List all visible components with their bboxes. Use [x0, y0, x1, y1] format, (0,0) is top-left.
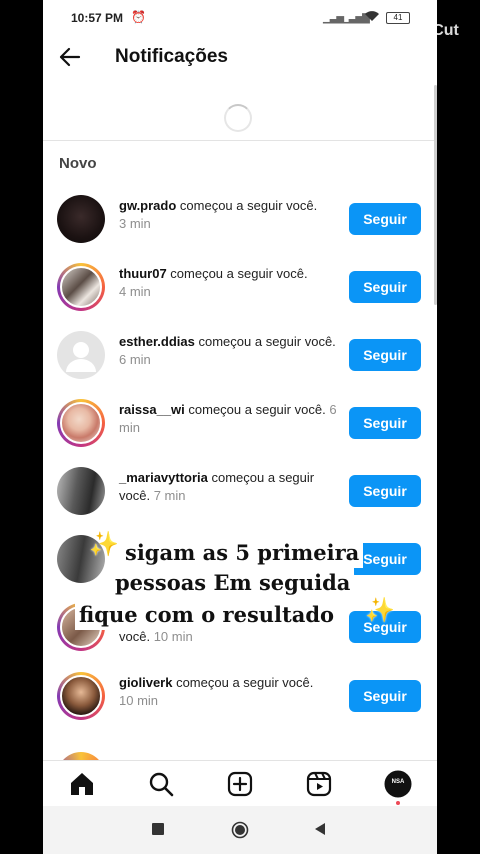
notification-time: 10 min [119, 693, 159, 708]
notification-text: gioliverk começou a seguir você. 10 min [119, 675, 314, 708]
loading-spinner-icon [224, 104, 252, 132]
signal-icon: ▁▃▅ [323, 13, 344, 24]
recent-apps-button[interactable] [152, 822, 164, 840]
notification-row[interactable]: gioliverk começou a seguir você. 10 min … [43, 666, 437, 726]
status-bar: 10:57 PM ⏰ ▁▃▅ ▁▃▅▇ 41 [43, 0, 437, 34]
notification-text: _mariavyttoria começou a seguir você. 7 … [119, 470, 315, 503]
sparkle-icon: ✨ [89, 531, 119, 558]
follow-button[interactable]: Seguir [349, 271, 421, 303]
reels-icon[interactable] [305, 770, 333, 798]
capcut-watermark: CapCut [402, 22, 459, 39]
follow-button[interactable]: Seguir [349, 203, 421, 235]
notification-row[interactable]: raissa__wi começou a seguir você. 6 min … [43, 393, 437, 453]
sparkle-icon: ✨ [365, 597, 395, 624]
follow-button[interactable]: Seguir [349, 339, 421, 371]
follow-button[interactable]: Seguir [349, 475, 421, 507]
home-button[interactable] [231, 821, 249, 844]
notification-text: esther.ddias começou a seguir você. 6 mi… [119, 334, 336, 367]
status-time: 10:57 PM [71, 11, 124, 25]
home-icon[interactable] [68, 770, 96, 798]
back-button[interactable] [314, 822, 326, 840]
avatar[interactable] [57, 467, 105, 515]
phone-screen: 10:57 PM ⏰ ▁▃▅ ▁▃▅▇ 41 Notificações Novo… [43, 0, 437, 854]
caption-line-2: pessoas Em seguida [111, 568, 355, 598]
avatar[interactable] [57, 331, 105, 379]
wifi-icon [364, 10, 380, 25]
default-avatar-icon [66, 342, 96, 372]
notification-time: 4 min [119, 284, 151, 299]
avatar[interactable] [57, 263, 105, 311]
caption-overlay: ✨ sigam as 5 primeira pessoas Em seguida… [37, 531, 443, 632]
caption-line-3: fique com o resultado [75, 600, 339, 630]
notification-row[interactable]: gw.prado começou a seguir você. 3 min Se… [43, 189, 437, 249]
notification-text: raissa__wi começou a seguir você. 6 min [119, 402, 337, 435]
username[interactable]: raissa__wi [119, 402, 185, 417]
notification-text: thuur07 começou a seguir você. 4 min [119, 266, 308, 299]
avatar[interactable] [57, 399, 105, 447]
profile-initials: NSA [391, 779, 405, 785]
page-title: Notificações [115, 46, 228, 67]
notification-time: 6 min [119, 352, 151, 367]
new-post-icon[interactable] [226, 770, 254, 798]
back-arrow-icon[interactable] [57, 44, 83, 74]
search-icon[interactable] [147, 770, 175, 798]
divider [43, 140, 437, 141]
notification-dot [396, 801, 400, 805]
notification-row[interactable]: thuur07 começou a seguir você. 4 min Seg… [43, 257, 437, 317]
notification-time: 7 min [153, 488, 186, 503]
avatar[interactable] [57, 195, 105, 243]
bottom-nav: NSA [43, 760, 437, 807]
username[interactable]: thuur07 [119, 266, 167, 281]
profile-avatar-icon[interactable]: NSA [384, 770, 412, 798]
header: Notificações [43, 34, 437, 82]
username[interactable]: gioliverk [119, 675, 172, 690]
section-label-new: Novo [59, 155, 97, 172]
notification-row[interactable]: _mariavyttoria começou a seguir você. 7 … [43, 461, 437, 521]
system-nav-bar [43, 806, 437, 854]
notification-row[interactable]: esther.ddias começou a seguir você. 6 mi… [43, 325, 437, 385]
notification-time: 3 min [119, 216, 151, 231]
follow-button[interactable]: Seguir [349, 407, 421, 439]
caption-line-1: sigam as 5 primeira [121, 538, 364, 568]
username[interactable]: gw.prado [119, 198, 176, 213]
notification-text: gw.prado começou a seguir você. 3 min [119, 198, 318, 231]
avatar[interactable] [57, 672, 105, 720]
follow-button[interactable]: Seguir [349, 680, 421, 712]
alarm-icon: ⏰ [131, 10, 146, 24]
username[interactable]: _mariavyttoria [119, 470, 208, 485]
username[interactable]: esther.ddias [119, 334, 195, 349]
